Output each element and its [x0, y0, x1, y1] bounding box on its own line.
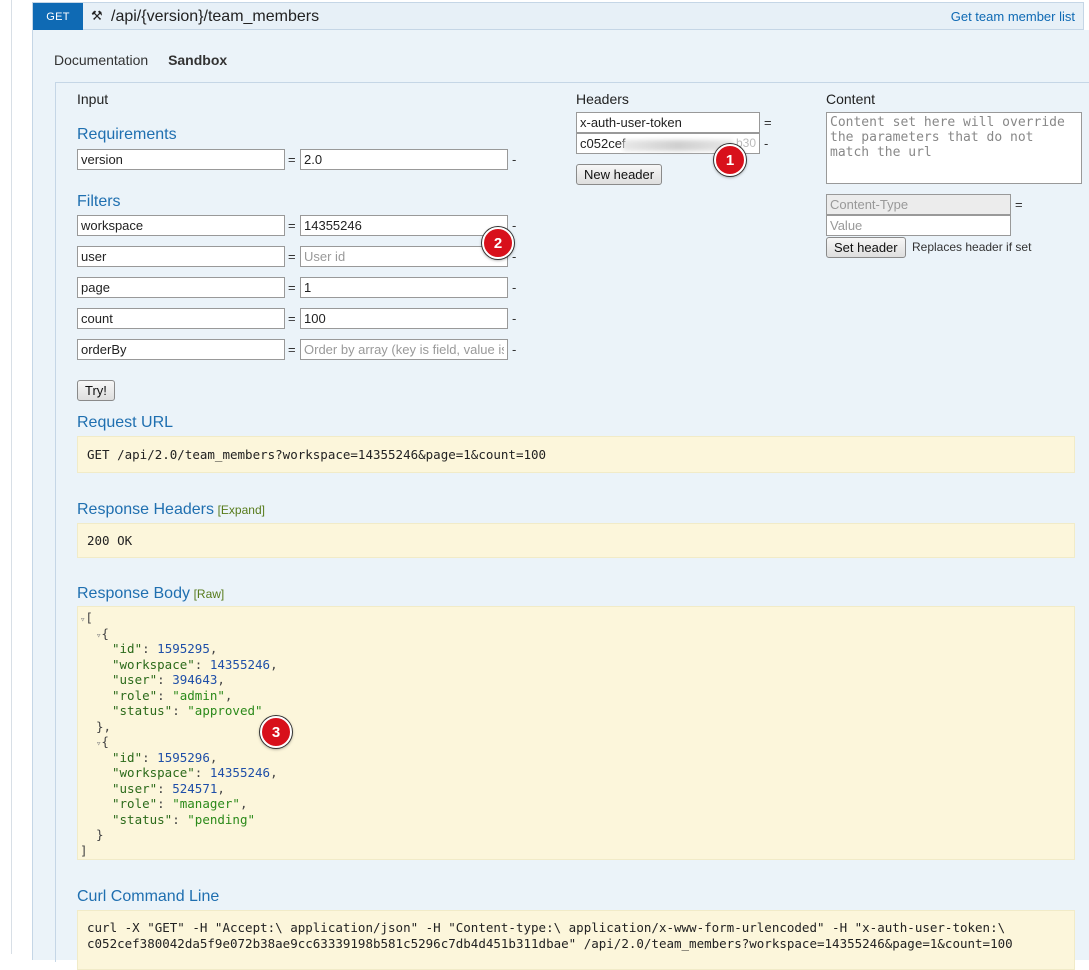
- input-title: Input: [77, 91, 109, 107]
- filter-value-user[interactable]: [300, 246, 508, 267]
- set-header-button[interactable]: Set header: [826, 237, 906, 258]
- equals-sign: =: [1015, 197, 1023, 212]
- remove-filter-count[interactable]: -: [512, 311, 516, 326]
- json-object-open[interactable]: ▿{: [96, 734, 109, 749]
- json-field-status: "status": "pending": [112, 812, 256, 827]
- route-icon: ⚒: [91, 8, 103, 23]
- json-field-role: "role": "manager",: [112, 796, 248, 811]
- curl-box: curl -X "GET" -H "Accept:\ application/j…: [77, 910, 1075, 970]
- filter-value-workspace[interactable]: [300, 215, 508, 236]
- remove-header[interactable]: -: [764, 136, 768, 151]
- json-field-user: "user": 394643,: [112, 672, 225, 687]
- filter-name-page[interactable]: [77, 277, 285, 298]
- endpoint-path[interactable]: /api/{version}/team_members: [111, 8, 319, 26]
- json-field-user: "user": 524571,: [112, 781, 225, 796]
- filter-value-count[interactable]: [300, 308, 508, 329]
- equals-sign: =: [764, 115, 772, 130]
- equals-sign: =: [288, 218, 296, 233]
- annotation-marker-2: 2: [482, 227, 514, 259]
- response-body-heading: Response Body [Raw]: [77, 585, 224, 603]
- annotation-marker-3: 3: [260, 716, 292, 748]
- response-headers-title: Response Headers: [77, 501, 214, 518]
- json-field-role: "role": "admin",: [112, 688, 233, 703]
- tab-sandbox[interactable]: Sandbox: [168, 52, 227, 68]
- json-array-open[interactable]: ▿[: [80, 610, 93, 625]
- response-body-title: Response Body: [77, 585, 190, 602]
- request-url-box: GET /api/2.0/team_members?workspace=1435…: [77, 436, 1075, 473]
- filter-value-orderby[interactable]: [300, 339, 508, 360]
- equals-sign: =: [288, 152, 296, 167]
- curl-title: Curl Command Line: [77, 888, 220, 905]
- filters-title: Filters: [77, 193, 121, 210]
- remove-requirement[interactable]: -: [512, 152, 516, 167]
- operation-container: GET ⚒ /api/{version}/team_members Get te…: [11, 0, 1089, 970]
- request-url-text: GET /api/2.0/team_members?workspace=1435…: [87, 447, 547, 462]
- remove-filter-user[interactable]: -: [512, 249, 516, 264]
- curl-line-2: c052cef380042da5f9e072b38ae9cc63339198b5…: [87, 936, 1013, 951]
- response-body-box: ▿[ ▿{ "id": 1595295, "workspace": 143552…: [77, 606, 1075, 860]
- requirements-title: Requirements: [77, 126, 177, 143]
- method-badge: GET: [33, 3, 83, 30]
- tab-documentation[interactable]: Documentation: [54, 52, 148, 68]
- sandbox-panel: Input Requirements = - Filters = - = - =…: [55, 82, 1089, 970]
- new-header-button[interactable]: New header: [576, 164, 663, 185]
- filter-name-workspace[interactable]: [77, 215, 285, 236]
- json-object-close: }: [96, 827, 104, 842]
- content-type-value-input[interactable]: [826, 215, 1011, 236]
- headers-title: Headers: [576, 91, 629, 107]
- requirement-value-version[interactable]: [300, 149, 508, 170]
- operation-header[interactable]: GET ⚒ /api/{version}/team_members Get te…: [32, 2, 1084, 30]
- request-url-title: Request URL: [77, 414, 174, 431]
- content-textarea[interactable]: [826, 112, 1082, 184]
- filter-name-count[interactable]: [77, 308, 285, 329]
- json-field-id: "id": 1595296,: [112, 750, 218, 765]
- json-object-close: },: [96, 719, 112, 734]
- remove-filter-workspace[interactable]: -: [512, 218, 516, 233]
- tab-bar: Documentation Sandbox: [54, 52, 243, 68]
- response-headers-heading: Response Headers [Expand]: [77, 501, 265, 519]
- filter-name-orderby[interactable]: [77, 339, 285, 360]
- equals-sign: =: [288, 311, 296, 326]
- raw-link[interactable]: [Raw]: [194, 587, 225, 601]
- response-headers-box: 200 OK: [77, 523, 1075, 558]
- filter-name-user[interactable]: [77, 246, 285, 267]
- content-title: Content: [826, 91, 876, 107]
- content-type-input[interactable]: [826, 194, 1011, 215]
- json-field-workspace: "workspace": 14355246,: [112, 657, 278, 672]
- json-field-workspace: "workspace": 14355246,: [112, 765, 278, 780]
- header-name-input[interactable]: [576, 112, 760, 133]
- remove-filter-orderby[interactable]: -: [512, 342, 516, 357]
- requirement-name-version[interactable]: [77, 149, 285, 170]
- operation-body: Documentation Sandbox Input Requirements…: [32, 30, 1089, 970]
- expand-link[interactable]: [Expand]: [218, 503, 265, 517]
- equals-sign: =: [288, 342, 296, 357]
- json-array-close: ]: [80, 843, 88, 858]
- equals-sign: =: [288, 249, 296, 264]
- json-field-id: "id": 1595295,: [112, 641, 218, 656]
- remove-filter-page[interactable]: -: [512, 280, 516, 295]
- try-button[interactable]: Try!: [77, 380, 115, 401]
- curl-line-1: curl -X "GET" -H "Accept:\ application/j…: [87, 920, 1006, 935]
- replaces-hint: Replaces header if set: [912, 240, 1032, 254]
- equals-sign: =: [288, 280, 296, 295]
- json-object-open[interactable]: ▿{: [96, 626, 109, 641]
- json-field-status: "status": "approved": [112, 703, 263, 718]
- annotation-marker-1: 1: [714, 144, 746, 176]
- response-status-text: 200 OK: [87, 533, 133, 548]
- operation-summary-link[interactable]: Get team member list: [951, 9, 1075, 24]
- filter-value-page[interactable]: [300, 277, 508, 298]
